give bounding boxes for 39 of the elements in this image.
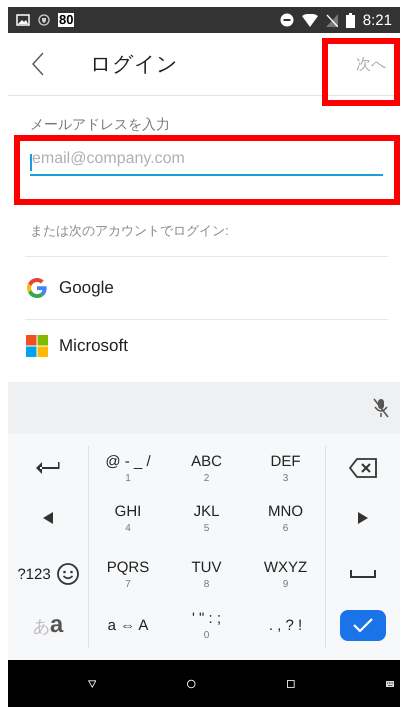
done-button[interactable] <box>340 610 386 640</box>
checkmark-icon <box>353 617 373 633</box>
do-not-disturb-icon <box>280 13 294 27</box>
shield-icon <box>38 14 50 26</box>
left-triangle-icon[interactable] <box>43 512 53 524</box>
right-triangle-icon[interactable] <box>358 512 368 524</box>
keyboard-key[interactable]: PQRS 7 <box>106 558 150 590</box>
field-label: メールアドレスを入力 <box>30 116 171 134</box>
keyboard-key[interactable]: DEF 3 <box>270 452 300 484</box>
emoji-icon[interactable] <box>56 563 79 585</box>
space-bar-icon[interactable] <box>350 570 376 578</box>
provider-row[interactable]: Microsoft <box>25 320 388 372</box>
mic-off-icon <box>372 398 390 418</box>
keyboard-key[interactable]: MNO 6 <box>268 502 303 534</box>
keyboard-key[interactable]: a ⇔ A <box>108 616 148 634</box>
section-caption: または次のアカウントでログイン: <box>25 222 388 257</box>
enter-arrow-icon[interactable] <box>36 462 60 474</box>
battery-icon <box>346 12 355 28</box>
status-time: 8:21 <box>362 12 392 28</box>
text-cursor <box>30 154 32 171</box>
keyboard-key[interactable]: TUV 8 <box>192 558 222 590</box>
symbols-key[interactable]: ?123 <box>17 566 51 582</box>
keyboard-key[interactable]: WXYZ 9 <box>264 558 308 590</box>
keyboard-key[interactable]: ABC 2 <box>191 452 222 484</box>
provider-row[interactable]: Google <box>25 257 388 320</box>
keyboard-key[interactable]: @ - _ / 1 <box>105 452 151 484</box>
windows-logo-icon <box>25 334 49 358</box>
keyboard-key[interactable]: JKL 5 <box>194 502 220 534</box>
backspace-icon[interactable] <box>349 458 377 478</box>
page-title: ログイン <box>90 52 179 78</box>
keyboard-key[interactable]: . , ? ! <box>268 616 302 634</box>
image-icon <box>16 14 30 26</box>
wifi-icon <box>302 14 318 26</box>
notification-badge: 80 <box>58 13 74 27</box>
keyboard-key[interactable]: ' " : ; 0 <box>192 610 222 640</box>
no-signal-icon <box>326 14 338 26</box>
google-logo-icon <box>25 276 49 300</box>
keyboard-key[interactable]: GHI 4 <box>114 502 142 534</box>
input-mode-key[interactable]: あa <box>32 611 64 639</box>
